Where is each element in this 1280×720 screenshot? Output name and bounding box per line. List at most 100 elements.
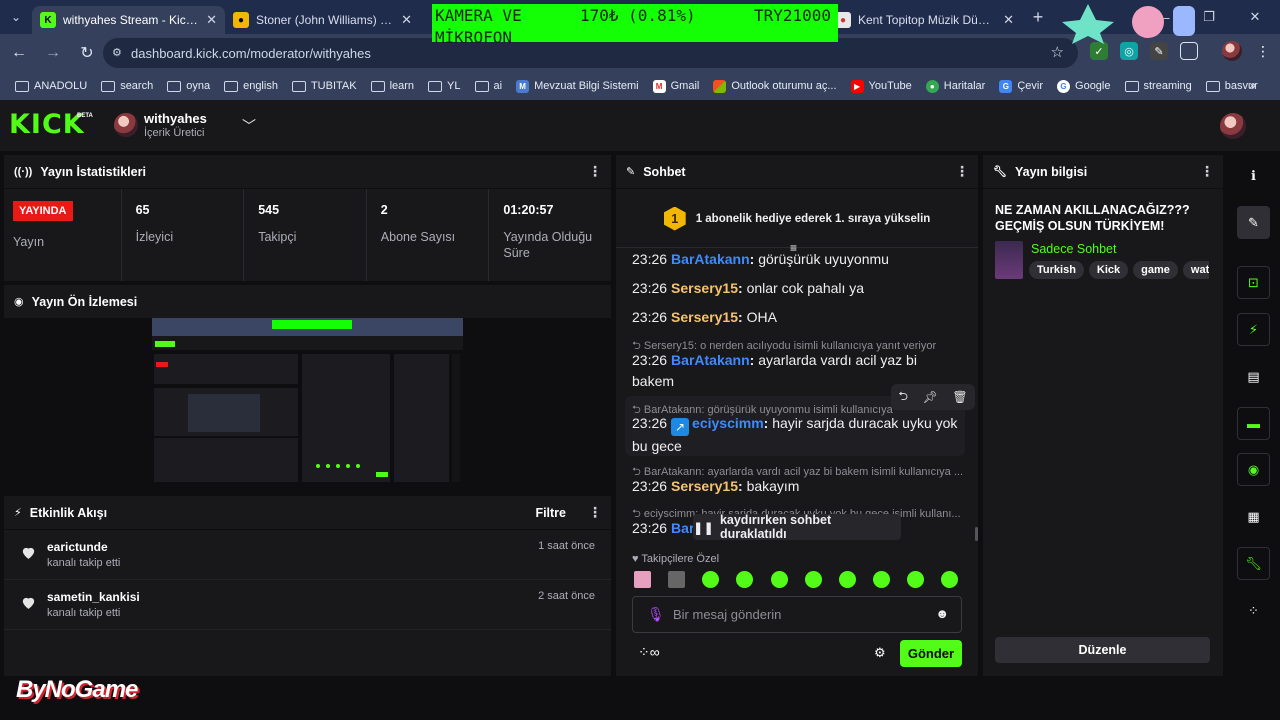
emote-icon[interactable] xyxy=(634,571,651,588)
emote-icon[interactable] xyxy=(702,571,719,588)
microsoft-icon xyxy=(713,79,727,93)
profile-avatar[interactable] xyxy=(1222,41,1242,61)
chat-username[interactable]: Sersery15 xyxy=(671,280,738,296)
broadcast-icon[interactable]: ◉ xyxy=(1237,453,1270,486)
tag[interactable]: Kick xyxy=(1088,261,1129,279)
bookmark-google[interactable]: G Google xyxy=(1050,74,1117,98)
screenshot-icon[interactable]: ⊡ xyxy=(1237,266,1270,299)
settings-gear-icon[interactable]: ⚙ xyxy=(874,645,886,661)
emote-icon[interactable] xyxy=(907,571,924,588)
chat-input[interactable]: 🎙︎ Bir mesaj gönderin ☻ xyxy=(632,596,962,633)
channel-avatar[interactable] xyxy=(114,113,138,137)
chevron-down-icon[interactable]: ﹀ xyxy=(242,116,256,136)
user-avatar[interactable] xyxy=(1220,113,1246,139)
tab-kent-topitop[interactable]: ● Kent Topitop Müzik Düdüklü Maşa ✕ xyxy=(827,6,1022,34)
forward-arrow-icon[interactable]: → xyxy=(38,38,68,68)
bookmark-label: YouTube xyxy=(868,80,912,92)
emote-icon[interactable] xyxy=(941,571,958,588)
bookmark-outlook[interactable]: Outlook oturumu aç... xyxy=(706,74,843,98)
chat-username[interactable]: BarAtakann xyxy=(671,251,750,267)
activity-user[interactable]: sametin_kankisi xyxy=(47,590,140,604)
tag[interactable]: watch xyxy=(1182,261,1209,279)
points-icon[interactable]: ⁘ xyxy=(1237,594,1270,627)
bookmark-anadolu[interactable]: ANADOLU xyxy=(8,74,94,98)
bookmark-search[interactable]: search xyxy=(94,74,160,98)
edit-pencil-icon[interactable]: ✎ xyxy=(1237,206,1270,239)
chat-username[interactable]: Sersery15 xyxy=(671,309,738,325)
back-arrow-icon[interactable]: ← xyxy=(4,38,34,68)
more-options-icon[interactable]: ⋮ xyxy=(1200,163,1214,180)
send-button[interactable]: Gönder xyxy=(900,640,962,667)
chat-username[interactable]: eciyscimm xyxy=(692,415,764,431)
bookmark-learn[interactable]: learn xyxy=(364,74,421,98)
bookmark-yl[interactable]: YL xyxy=(421,74,467,98)
category-link[interactable]: Sadece Sohbet xyxy=(1031,242,1117,256)
bookmark-tubitak[interactable]: TUBITAK xyxy=(285,74,364,98)
microphone-icon[interactable]: 🎙︎ xyxy=(647,606,665,623)
stream-preview-video[interactable] xyxy=(152,318,463,486)
filter-button[interactable]: Filtre xyxy=(535,506,566,520)
extension-tool-icon[interactable]: ✎ xyxy=(1150,42,1168,60)
sub-goal-banner[interactable]: 1 1 abonelik hediye ederek 1. sıraya yük… xyxy=(616,190,978,248)
tab-search-button[interactable]: ⌄ xyxy=(0,0,32,34)
bookmark-mevzuat[interactable]: M Mevzuat Bilgi Sistemi xyxy=(509,74,646,98)
more-options-icon[interactable]: ⋮ xyxy=(588,504,602,521)
site-info-icon[interactable]: ⚙ xyxy=(112,46,122,59)
more-options-icon[interactable]: ⋮ xyxy=(955,163,969,180)
more-options-icon[interactable]: ⋮ xyxy=(588,163,602,180)
bookmark-ai[interactable]: ai xyxy=(468,74,510,98)
reply-icon[interactable]: ⮌ xyxy=(898,387,908,408)
category-thumbnail[interactable] xyxy=(995,241,1023,279)
delete-icon[interactable]: 🗑︎ xyxy=(952,390,967,404)
emote-icon[interactable] xyxy=(668,571,685,588)
emoji-icon[interactable]: ☻ xyxy=(935,606,949,621)
heart-icon xyxy=(22,547,35,559)
activity-user[interactable]: earictunde xyxy=(47,540,120,554)
extension-shield-icon[interactable]: ✓ xyxy=(1090,42,1108,60)
bookmark-cevir[interactable]: G Çevir xyxy=(992,74,1050,98)
pin-icon[interactable]: 📌︎ xyxy=(923,390,938,404)
bookmark-gmail[interactable]: M Gmail xyxy=(646,74,707,98)
points-icon[interactable]: ⁘∞ xyxy=(638,644,660,661)
emote-icon[interactable] xyxy=(839,571,856,588)
reload-icon[interactable]: ↻ xyxy=(72,38,102,68)
url-input[interactable]: ⚙ dashboard.kick.com/moderator/withyahes… xyxy=(103,38,1078,68)
emote-icon[interactable] xyxy=(873,571,890,588)
kick-logo[interactable]: KICK xyxy=(9,111,85,138)
tag[interactable]: game xyxy=(1133,261,1178,279)
chat-username[interactable]: Bar xyxy=(671,520,694,536)
edit-stream-info-button[interactable]: Düzenle xyxy=(995,637,1210,663)
browser-menu-icon[interactable]: ⋮ xyxy=(1254,42,1272,60)
window-close-button[interactable]: ✕ xyxy=(1232,0,1278,34)
bookmark-youtube[interactable]: ▶ YouTube xyxy=(844,74,919,98)
emote-icon[interactable] xyxy=(736,571,753,588)
bookmark-star-icon[interactable]: ☆ xyxy=(1051,43,1064,61)
info-icon[interactable]: ℹ xyxy=(1237,159,1270,192)
chat-scrollbar[interactable] xyxy=(975,527,978,541)
bookmark-haritalar[interactable]: ● Haritalar xyxy=(919,74,993,98)
emote-icon[interactable] xyxy=(771,571,788,588)
tag[interactable]: Turkish xyxy=(1029,261,1084,279)
lightning-icon[interactable]: ⚡ xyxy=(1237,313,1270,346)
extensions-puzzle-icon[interactable] xyxy=(1180,42,1198,60)
tab-stoner[interactable]: ● Stoner (John Williams) Fiyatı, Yorumla… xyxy=(225,6,420,34)
tab-kick-dashboard[interactable]: K withyahes Stream - Kick Dashboard ✕ xyxy=(32,6,225,34)
chat-bubble-icon[interactable]: ▬ xyxy=(1237,407,1270,440)
wrench-icon[interactable]: 🔧︎ xyxy=(1237,547,1270,580)
emote-icon[interactable] xyxy=(805,571,822,588)
chat-paused-notice[interactable]: ❚❚ kaydırırken sohbet duraklatıldı xyxy=(693,513,901,541)
extension-search-icon[interactable]: ◎ xyxy=(1120,42,1138,60)
chat-username[interactable]: BarAtakann xyxy=(671,352,750,368)
bookmark-oyna[interactable]: oyna xyxy=(160,74,217,98)
close-icon[interactable]: ✕ xyxy=(1003,12,1014,28)
bookmark-english[interactable]: english xyxy=(217,74,285,98)
folder-icon xyxy=(1205,80,1220,92)
close-icon[interactable]: ✕ xyxy=(206,12,217,28)
bookmarks-more-icon[interactable]: » xyxy=(1249,78,1256,92)
heart-icon xyxy=(22,597,35,609)
layout-icon[interactable]: ▦ xyxy=(1237,500,1270,533)
bookmark-streaming[interactable]: streaming xyxy=(1118,74,1199,98)
notes-icon[interactable]: ▤ xyxy=(1237,360,1270,393)
close-icon[interactable]: ✕ xyxy=(401,12,412,28)
chat-username[interactable]: Sersery15 xyxy=(671,478,738,494)
